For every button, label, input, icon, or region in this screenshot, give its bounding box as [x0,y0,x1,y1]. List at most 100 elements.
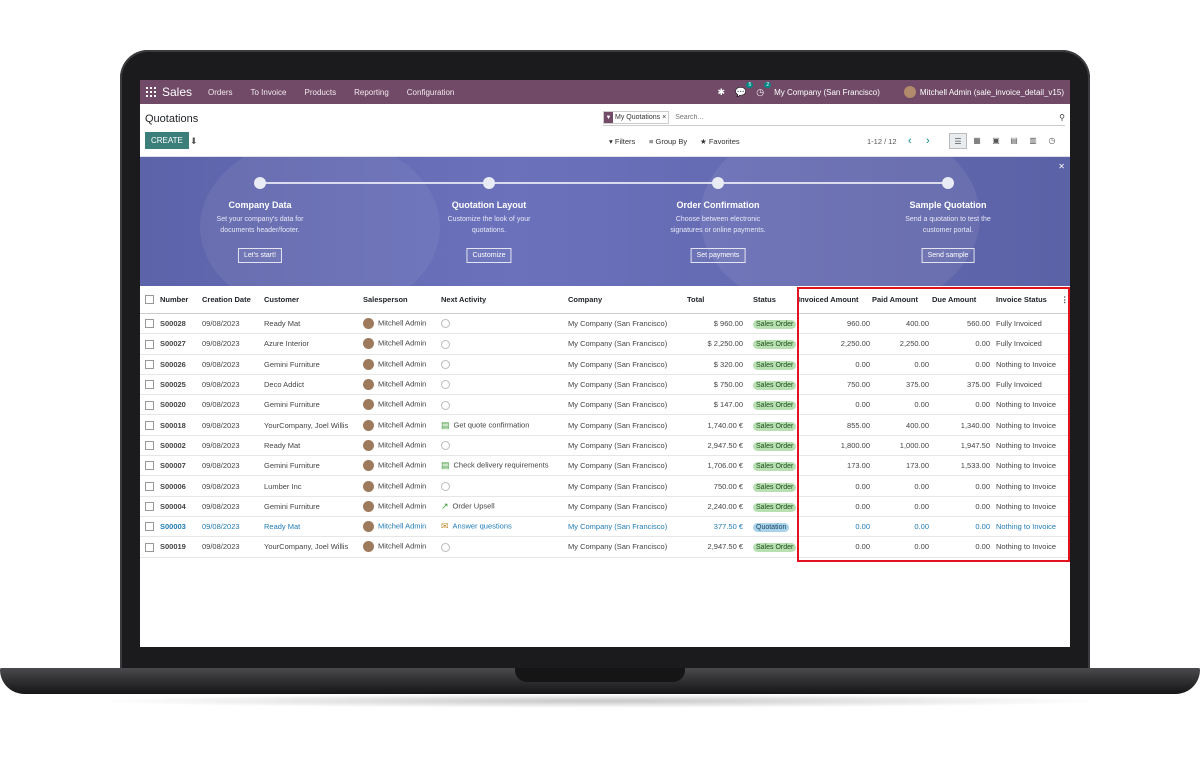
create-button[interactable]: CREATE [145,132,189,149]
messages-icon[interactable]: 💬 5 [735,81,754,98]
user-avatar[interactable] [903,86,916,98]
row-checkbox[interactable] [145,319,154,329]
row-checkbox[interactable] [145,481,154,491]
envelope-icon[interactable]: ✉ [441,521,449,532]
menu-products[interactable]: Products [305,88,337,97]
col-salesperson[interactable]: Salesperson [363,286,441,314]
clock-icon[interactable] [441,360,450,369]
banner-close-icon[interactable]: ✕ [1058,162,1065,171]
kanban-view-icon[interactable]: ▦ [969,133,985,147]
calendar-view-icon[interactable]: ▣ [988,133,1004,147]
row-checkbox[interactable] [145,441,154,451]
table-row[interactable]: S00019 09/08/2023 YourCompany, Joel Willis… [140,536,1070,558]
row-select[interactable] [140,394,160,416]
salesperson-name: Mitchell Admin [378,521,427,531]
table-row[interactable]: S00006 09/08/2023 Lumber Inc Mitchell Admin… [140,475,1070,497]
facet-close-icon[interactable]: × [662,114,668,121]
col-customer[interactable]: Customer [264,286,363,314]
filters-button[interactable]: ▾ Filters [609,137,635,146]
favorites-button[interactable]: ★ Favorites [700,137,740,146]
set-payments-button[interactable]: Set payments [690,248,746,263]
pager-value[interactable]: 1-12 / 12 [867,137,897,146]
col-number[interactable]: Number [160,286,202,314]
select-all-checkbox[interactable] [145,295,154,305]
download-icon[interactable]: ⬇ [190,136,198,147]
company-switcher[interactable]: My Company (San Francisco) [774,88,880,97]
row-select[interactable] [140,354,160,375]
col-next-activity[interactable]: Next Activity [441,286,568,314]
table-row[interactable]: S00026 09/08/2023 Gemini Furniture Mitchell… [140,354,1070,375]
col-due-amount[interactable]: Due Amount [932,286,993,314]
menu-orders[interactable]: Orders [208,88,232,97]
table-row[interactable]: S00002 09/08/2023 Ready Mat Mitchell Admin M… [140,435,1070,457]
pager-next-icon[interactable]: › [926,135,930,147]
list-icon[interactable]: ▤ [441,460,450,471]
list-view-icon[interactable]: ☰ [949,133,967,149]
row-select[interactable] [140,333,160,355]
table-row[interactable]: S00020 09/08/2023 Gemini Furniture Mitchell… [140,394,1070,416]
table-row[interactable]: S00027 09/08/2023 Azure Interior Mitchell A… [140,333,1070,355]
chart-icon[interactable]: ↗ [441,501,449,512]
row-checkbox[interactable] [145,339,154,349]
clock-icon[interactable] [441,542,450,552]
row-select[interactable] [140,435,160,457]
search-input[interactable] [673,113,1038,122]
col-company[interactable]: Company [568,286,687,314]
user-menu[interactable]: Mitchell Admin (sale_invoice_detail_v15) [920,88,1064,97]
row-checkbox[interactable] [145,360,154,369]
col-invoiced-amount[interactable]: Invoiced Amount [798,286,872,314]
app-name[interactable]: Sales [162,85,192,99]
search-icon[interactable]: ⚲ [1059,113,1065,122]
table-row[interactable]: S00018 09/08/2023 YourCompany, Joel Willis… [140,414,1070,436]
list-icon[interactable]: ▤ [441,420,450,431]
select-all-header[interactable] [140,286,160,314]
lets-start-button[interactable]: Let's start! [237,248,283,263]
row-checkbox[interactable] [145,502,154,512]
customize-button[interactable]: Customize [466,248,512,263]
activities-icon[interactable]: ◷ 2 [756,81,772,98]
pivot-view-icon[interactable]: ▤ [1006,133,1022,147]
optional-columns-icon[interactable]: ⋮ [1061,286,1070,314]
row-select[interactable] [140,496,160,517]
table-row[interactable]: S00003 09/08/2023 Ready Mat Mitchell Admin ✉… [140,516,1070,538]
row-select[interactable] [140,536,160,558]
row-checkbox[interactable] [145,400,154,410]
table-row[interactable]: S00028 09/08/2023 Ready Mat Mitchell Admin M… [140,313,1070,335]
row-checkbox[interactable] [145,542,154,552]
row-checkbox[interactable] [145,380,154,390]
clock-icon[interactable] [441,319,450,329]
table-row[interactable]: S00007 09/08/2023 Gemini Furniture Mitchell… [140,455,1070,477]
row-checkbox[interactable] [145,461,154,471]
row-checkbox[interactable] [145,522,154,532]
send-sample-button[interactable]: Send sample [921,248,975,263]
step-desc: Set your company's data for [216,216,304,223]
col-paid-amount[interactable]: Paid Amount [872,286,932,314]
clock-icon[interactable] [441,481,450,491]
clock-icon[interactable] [441,339,450,349]
row-select[interactable] [140,313,160,335]
menu-reporting[interactable]: Reporting [354,88,389,97]
row-select[interactable] [140,475,160,497]
groupby-button[interactable]: ≡ Group By [649,137,687,146]
menu-to-invoice[interactable]: To Invoice [250,88,286,97]
pager-previous-icon[interactable]: ‹ [908,135,912,147]
clock-icon[interactable] [441,441,450,451]
row-select[interactable] [140,374,160,396]
bug-icon[interactable]: ✱ [717,87,725,98]
row-select[interactable] [140,455,160,477]
col-total[interactable]: Total [687,286,749,314]
col-status[interactable]: Status [749,286,798,314]
clock-icon[interactable] [441,400,450,410]
col-invoice-status[interactable]: Invoice Status [993,286,1061,314]
menu-configuration[interactable]: Configuration [407,88,455,97]
apps-menu-icon[interactable] [146,87,156,97]
row-checkbox[interactable] [145,420,154,430]
row-select[interactable] [140,414,160,436]
graph-view-icon[interactable]: ▥ [1025,133,1041,147]
row-select[interactable] [140,516,160,538]
col-creation-date[interactable]: Creation Date [202,286,264,314]
activity-view-icon[interactable]: ◷ [1044,133,1060,147]
table-row[interactable]: S00004 09/08/2023 Gemini Furniture Mitchell… [140,496,1070,517]
clock-icon[interactable] [441,380,450,390]
table-row[interactable]: S00025 09/08/2023 Deco Addict Mitchell Admi… [140,374,1070,396]
